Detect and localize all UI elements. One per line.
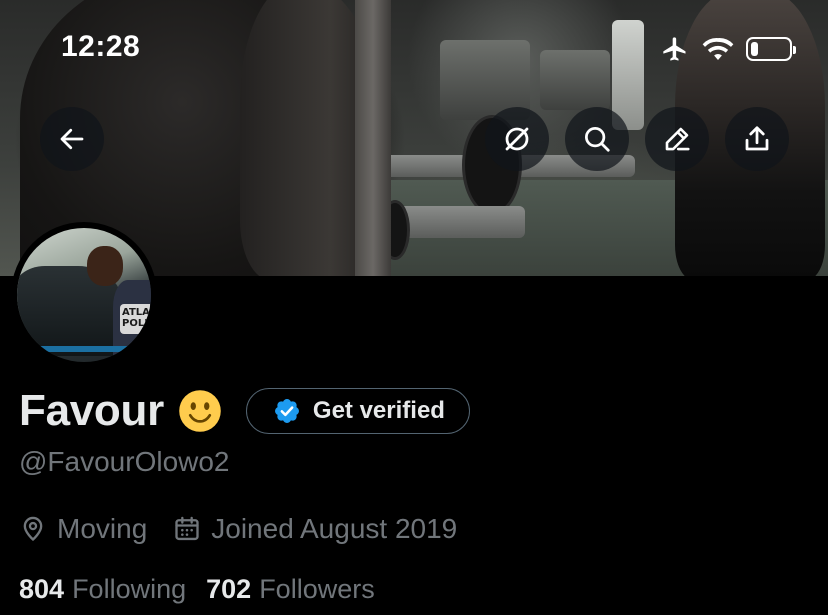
followers-label: Followers: [259, 574, 375, 604]
share-button[interactable]: [725, 107, 789, 171]
smiling-face-emoji-icon: [179, 390, 221, 432]
edit-profile-button[interactable]: [645, 107, 709, 171]
battery-icon: [746, 37, 796, 61]
airplane-icon: [663, 37, 686, 61]
arrow-left-icon: [60, 128, 84, 150]
status-icons: [660, 34, 796, 64]
profile-meta: Moving Joined August 2019: [19, 513, 457, 545]
back-button[interactable]: [40, 107, 104, 171]
profile-avatar[interactable]: ATLANPOLI: [11, 222, 157, 368]
verified-badge-icon: [274, 399, 299, 423]
joined-item: Joined August 2019: [173, 513, 457, 545]
location-item: Moving: [19, 513, 147, 545]
following-label: Following: [72, 574, 187, 604]
calendar-icon: [175, 516, 199, 541]
location-pin-icon: [23, 516, 43, 542]
grok-icon: [505, 127, 529, 151]
grok-button[interactable]: [485, 107, 549, 171]
edit-icon: [665, 127, 690, 151]
status-time: 12:28: [61, 30, 141, 63]
share-icon: [745, 126, 769, 151]
location-text: Moving: [57, 513, 148, 544]
followers-count: 702: [206, 574, 252, 604]
banner-pillar: [355, 0, 391, 276]
joined-text: Joined August 2019: [211, 513, 458, 544]
profile-handle: @FavourOlowo2: [19, 446, 230, 477]
search-icon: [585, 127, 610, 152]
name-row: Favour Get verified: [19, 386, 470, 436]
follow-stats: 804 Following 702 Followers: [19, 574, 375, 605]
avatar-police-patch: ATLANPOLI: [120, 304, 151, 334]
followers-link[interactable]: 702 Followers: [206, 574, 375, 605]
following-link[interactable]: 804 Following: [19, 574, 186, 605]
display-name: Favour: [19, 386, 164, 435]
avatar-stripe: [27, 346, 147, 352]
get-verified-button[interactable]: Get verified: [245, 388, 470, 434]
following-count: 804: [19, 574, 65, 604]
banner-gym-machine: [540, 50, 610, 110]
get-verified-label: Get verified: [312, 397, 445, 424]
wifi-icon: [702, 38, 734, 61]
avatar-face: [87, 246, 123, 286]
avatar-image: ATLANPOLI: [17, 228, 151, 362]
search-button[interactable]: [565, 107, 629, 171]
